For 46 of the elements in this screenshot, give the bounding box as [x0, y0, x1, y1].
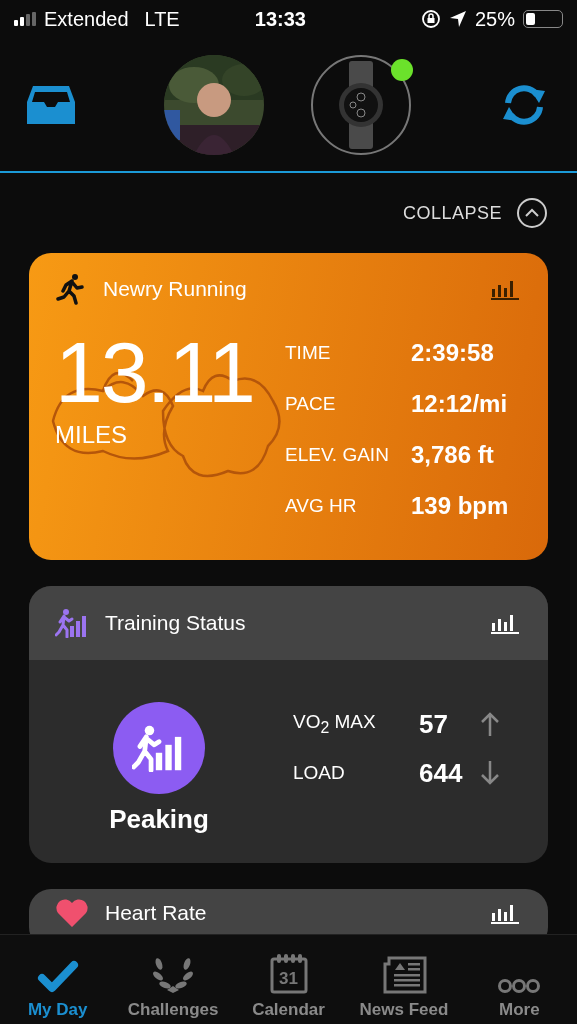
tab-bar-item[interactable]: Challenges	[115, 935, 231, 1024]
network-type: LTE	[144, 7, 180, 31]
tab-bar-item[interactable]: More	[461, 935, 577, 1024]
stat-value: 3,786 ft	[411, 441, 495, 469]
heart-rate-card[interactable]: Heart Rate	[29, 889, 548, 934]
card-title: Training Status	[105, 611, 247, 635]
checkmark-icon	[36, 960, 79, 994]
location-icon	[448, 10, 467, 28]
more-icon	[497, 978, 542, 994]
training-status-icon	[55, 608, 89, 638]
stat-label: AVG HR	[285, 495, 358, 517]
up-arrow-icon	[479, 711, 501, 737]
watch-icon	[337, 60, 386, 149]
activity-card[interactable]: Newry Running 13.11 MILES TIME 2:39:58 PACE 12:12/mi ELEV. GAIN 3,786 ft AVG HR 139 bpm	[29, 253, 548, 560]
clock-time: 13:33	[253, 7, 307, 31]
battery-percent: 25%	[474, 7, 515, 31]
carrier-name: Extended	[44, 7, 129, 31]
stat-value: 2:39:58	[411, 339, 495, 367]
rotation-lock-icon	[420, 9, 441, 29]
inbox-icon[interactable]	[26, 83, 76, 126]
stat-label: PACE	[285, 393, 337, 415]
tab-bar-item[interactable]: News Feed	[346, 935, 462, 1024]
collapse-button[interactable]: COLLAPSE	[402, 202, 502, 224]
metric-label: LOAD	[293, 762, 346, 784]
card-title: Heart Rate	[105, 901, 208, 925]
training-status-card[interactable]: Training Status Peaking VO$_{2}$ MAX 57 LOAD 644	[29, 586, 548, 863]
metric-label: VO$_{2}$ MAX	[293, 711, 377, 737]
metric-value: 57	[419, 708, 449, 740]
distance-unit: MILES	[55, 421, 129, 449]
watch-button[interactable]	[311, 54, 412, 155]
chevron-up-icon[interactable]	[516, 197, 548, 229]
tab-bar-item[interactable]: 31 Calendar	[230, 935, 347, 1024]
tab-bar-item[interactable]: My Day	[0, 935, 116, 1024]
stat-value: 12:12/mi	[411, 390, 509, 418]
down-arrow-icon	[479, 760, 501, 786]
stat-label: ELEV. GAIN	[285, 444, 390, 466]
stat-label: TIME	[285, 342, 332, 364]
battery-icon	[523, 10, 563, 28]
distance-value: 13.11	[55, 329, 255, 415]
heart-icon	[55, 898, 89, 928]
stat-value: 139 bpm	[411, 492, 509, 520]
metric-value: 644	[419, 757, 464, 789]
runner-icon	[55, 273, 87, 305]
activity-title: Newry Running	[103, 277, 248, 301]
signal-icon	[14, 12, 36, 26]
training-status-label: Peaking	[109, 804, 209, 835]
